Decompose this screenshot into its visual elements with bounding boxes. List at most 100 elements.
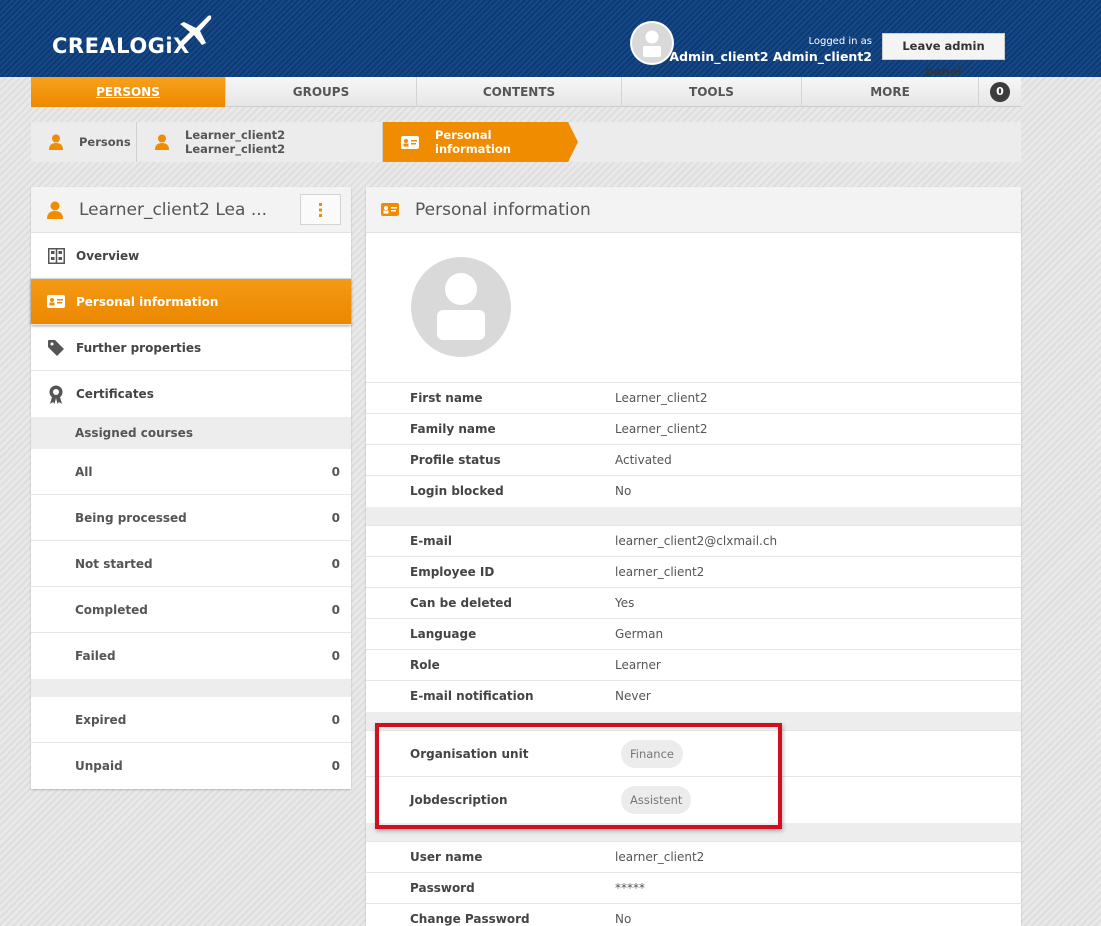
person-sidebar: Learner_client2 Lea ... Overview Persona… — [31, 187, 351, 789]
sidebar-menu-button[interactable] — [300, 194, 341, 225]
field-value: learner_client2 — [615, 850, 705, 864]
field-value: No — [615, 912, 632, 926]
breadcrumb-label: Persons — [79, 135, 131, 149]
field-label: Change Password — [410, 912, 530, 926]
field-label: E-mail notification — [410, 689, 534, 703]
course-filter-count: 0 — [331, 649, 340, 663]
login-info: Logged in as Admin_client2 Admin_client2 — [669, 36, 872, 64]
field-label: Password — [410, 881, 475, 895]
info-row-email-notification: E-mail notification Never — [366, 680, 1021, 711]
course-filter-failed[interactable]: Failed 0 — [31, 633, 351, 679]
logged-in-label: Logged in as — [808, 36, 872, 47]
sidebar-divider — [31, 679, 351, 697]
sidebar-item-further-properties[interactable]: Further properties — [31, 325, 351, 371]
course-filter-label: Failed — [75, 649, 116, 663]
field-label: Can be deleted — [410, 596, 512, 610]
course-filter-count: 0 — [331, 712, 340, 727]
profile-picture[interactable] — [411, 257, 511, 357]
id-card-icon — [47, 295, 65, 308]
field-label: User name — [410, 850, 483, 864]
course-filter-unpaid[interactable]: Unpaid 0 — [31, 743, 351, 789]
info-row-change-password: Change Password No — [366, 903, 1021, 926]
field-label: First name — [410, 391, 483, 405]
id-card-icon — [401, 135, 419, 149]
field-value: learner_client2@clxmail.ch — [615, 534, 778, 548]
sidebar-item-label: Further properties — [76, 340, 202, 355]
field-value: Learner_client2 — [615, 422, 708, 436]
notification-count: 0 — [990, 81, 1010, 102]
main-nav: PERSONS GROUPS CONTENTS TOOLS MORE 0 — [31, 77, 1021, 107]
course-filter-completed[interactable]: Completed 0 — [31, 587, 351, 633]
logo-text: CREALOGiX — [52, 34, 190, 58]
field-label: Role — [410, 658, 440, 672]
certificate-badge-icon — [47, 385, 65, 404]
info-row-email: E-mail learner_client2@clxmail.ch — [366, 525, 1021, 556]
sidebar-item-label: Certificates — [76, 387, 154, 401]
crealogix-logo[interactable]: CREALOGiX — [52, 34, 190, 58]
course-filter-count: 0 — [331, 759, 340, 773]
field-value: Activated — [615, 453, 672, 467]
user-avatar[interactable] — [630, 21, 674, 65]
nav-tab-more[interactable]: MORE — [802, 77, 979, 107]
info-row-can-be-deleted: Can be deleted Yes — [366, 587, 1021, 618]
info-row-first-name: First name Learner_client2 — [366, 382, 1021, 413]
nav-tab-persons[interactable]: PERSONS — [31, 77, 226, 107]
breadcrumb-persons[interactable]: Persons — [31, 122, 137, 162]
course-filter-label: Unpaid — [75, 759, 123, 773]
course-filter-all[interactable]: All 0 — [31, 449, 351, 495]
course-filter-not-started[interactable]: Not started 0 — [31, 541, 351, 587]
leave-admin-panel-button[interactable]: Leave admin panel — [882, 33, 1005, 78]
field-value: Never — [615, 689, 651, 703]
sidebar-item-label: Overview — [76, 248, 140, 263]
info-row-role: Role Learner — [366, 649, 1021, 680]
plane-logo-icon — [178, 15, 212, 45]
section-divider — [366, 507, 1021, 525]
sidebar-item-label: Personal information — [76, 294, 219, 309]
sidebar-item-overview[interactable]: Overview — [31, 233, 351, 279]
field-value: Yes — [615, 596, 635, 610]
course-filter-label: All — [75, 464, 93, 479]
grid-icon — [47, 247, 65, 264]
info-row-user-name: User name learner_client2 — [366, 841, 1021, 872]
id-card-icon — [381, 203, 399, 216]
course-filter-label: Expired — [75, 712, 127, 727]
person-icon — [49, 134, 63, 150]
field-value: learner_client2 — [615, 565, 705, 579]
field-value: No — [615, 484, 632, 498]
field-label: Language — [410, 627, 477, 641]
sidebar-title: Learner_client2 Lea ... — [79, 199, 268, 220]
course-filter-count: 0 — [331, 602, 340, 617]
info-row-family-name: Family name Learner_client2 — [366, 413, 1021, 444]
panel-title: Personal information — [415, 199, 591, 220]
breadcrumb: Persons Learner_client2 Learner_client2 … — [31, 122, 1021, 162]
field-value: German — [615, 627, 664, 641]
info-row-login-blocked: Login blocked No — [366, 475, 1021, 506]
nav-tab-tools[interactable]: TOOLS — [622, 77, 802, 107]
field-value: Learner_client2 — [615, 391, 708, 405]
course-filter-expired[interactable]: Expired 0 — [31, 697, 351, 743]
logged-in-user-name: Admin_client2 Admin_client2 — [669, 49, 872, 64]
person-icon — [155, 134, 169, 150]
nav-tab-contents[interactable]: CONTENTS — [417, 77, 622, 107]
field-label: Family name — [410, 422, 496, 436]
breadcrumb-personal-information[interactable]: Personal information — [383, 122, 578, 162]
notification-badge[interactable]: 0 — [979, 77, 1021, 106]
vertical-dots-icon — [318, 202, 322, 217]
assigned-courses-heading: Assigned courses — [31, 417, 351, 449]
field-label: Employee ID — [410, 565, 495, 579]
field-value: ***** — [615, 881, 645, 895]
panel-header: Personal information — [366, 187, 1021, 233]
info-row-employee-id: Employee ID learner_client2 — [366, 556, 1021, 587]
nav-tab-groups[interactable]: GROUPS — [226, 77, 417, 107]
tag-icon — [47, 339, 65, 356]
field-value: Learner — [615, 658, 661, 672]
user-silhouette-icon — [632, 23, 672, 63]
field-label: Login blocked — [410, 484, 504, 498]
breadcrumb-learner[interactable]: Learner_client2 Learner_client2 — [137, 122, 383, 162]
sidebar-item-certificates[interactable]: Certificates — [31, 371, 351, 417]
course-filter-count: 0 — [331, 556, 340, 571]
course-filter-being-processed[interactable]: Being processed 0 — [31, 495, 351, 541]
sidebar-item-personal-information[interactable]: Personal information — [31, 279, 351, 325]
info-row-language: Language German — [366, 618, 1021, 649]
course-filter-label: Not started — [75, 556, 153, 571]
